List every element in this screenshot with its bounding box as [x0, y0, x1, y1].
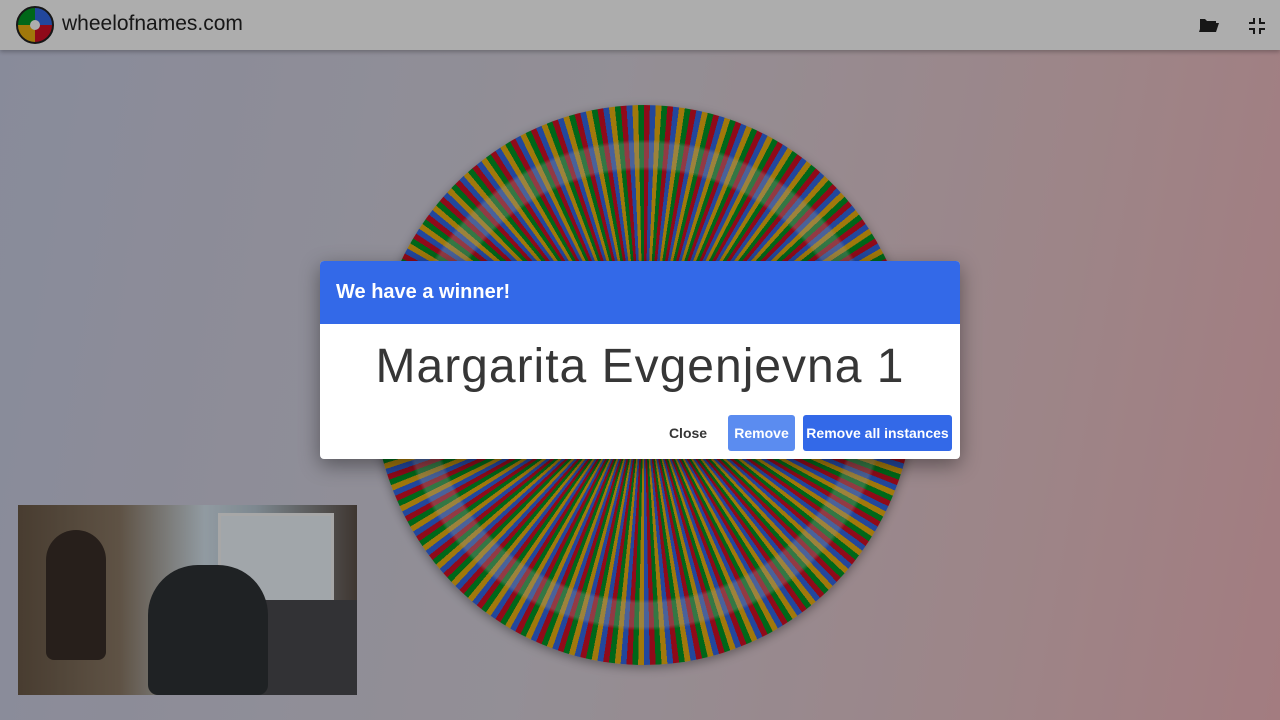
- remove-button[interactable]: Remove: [728, 415, 795, 451]
- remove-all-instances-button[interactable]: Remove all instances: [803, 415, 952, 451]
- winner-dialog: We have a winner! Margarita Evgenjevna 1…: [320, 261, 960, 459]
- close-button[interactable]: Close: [660, 415, 716, 451]
- dialog-title: We have a winner!: [320, 261, 960, 324]
- winner-name: Margarita Evgenjevna 1: [375, 340, 905, 393]
